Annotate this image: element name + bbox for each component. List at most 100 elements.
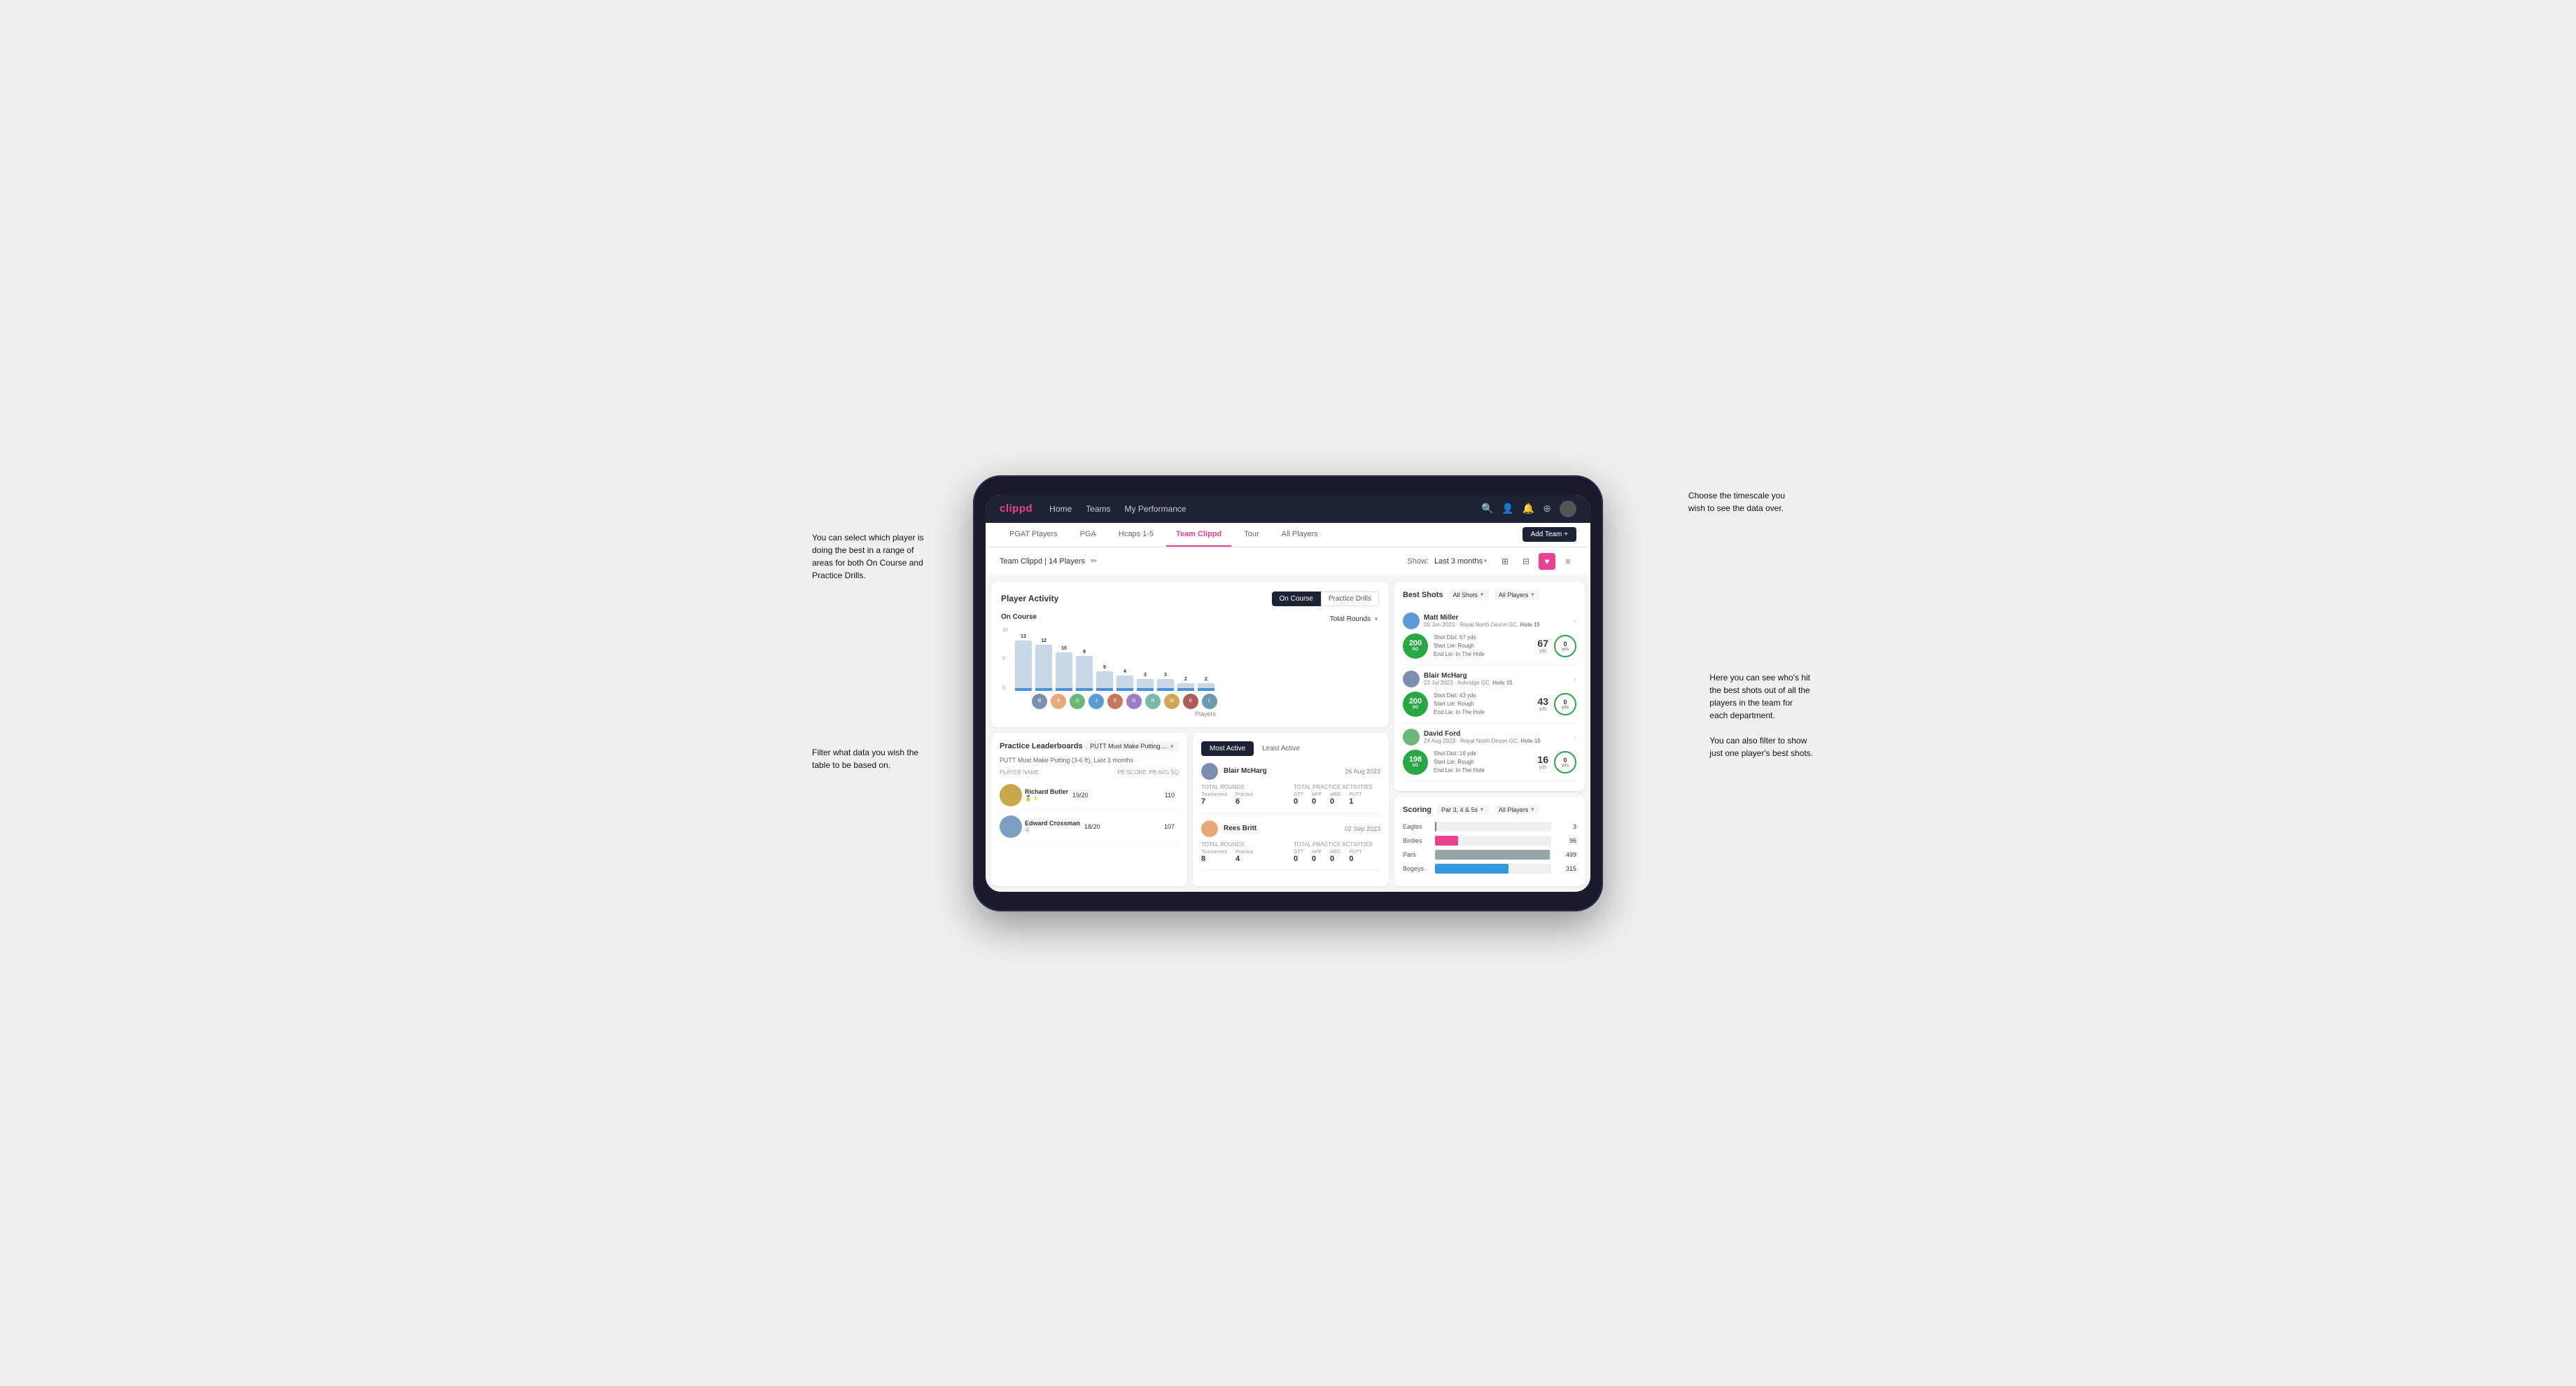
top-nav: clippd Home Teams My Performance 🔍 👤 🔔 ⊕	[986, 495, 1590, 523]
shot-name-blair: Blair McHarg	[1424, 672, 1513, 680]
avatar-d-ford: D	[1070, 694, 1085, 709]
bar-d-ford: 10	[1056, 646, 1072, 691]
bar-b-mcharg: 13	[1015, 634, 1032, 691]
scoring-label-eagles: Eagles	[1403, 823, 1431, 830]
lb-score-edward: 18/20	[1084, 823, 1160, 830]
bar-b-britt: 12	[1035, 638, 1052, 691]
shot-circle-blair: 0 yds	[1554, 693, 1576, 715]
bar-chart: 10 5 0 13	[1015, 628, 1379, 691]
nav-performance[interactable]: My Performance	[1125, 504, 1186, 514]
shot-chevron-david[interactable]: ›	[1574, 732, 1576, 742]
heart-view-icon[interactable]: ♥	[1539, 553, 1555, 570]
activity-toggle-group: On Course Practice Drills	[1272, 592, 1379, 606]
shot-stat-blair-2: 0 yds	[1554, 693, 1576, 715]
lb-player-info: Richard Butler 🥇 ①	[1000, 784, 1068, 806]
scoring-bar-container-pars	[1435, 850, 1551, 860]
activity-card-header: Player Activity On Course Practice Drill…	[1001, 592, 1379, 606]
user-icon[interactable]: 👤	[1502, 503, 1513, 514]
avatar-e-ebert: E	[1107, 694, 1123, 709]
nav-links: Home Teams My Performance	[1049, 504, 1464, 514]
practice-drills-toggle[interactable]: Practice Drills	[1321, 592, 1379, 606]
plus-circle-icon[interactable]: ⊕	[1543, 503, 1551, 514]
tab-most-active[interactable]: Most Active	[1201, 741, 1254, 756]
avatar-m-miller: M	[1164, 694, 1180, 709]
lb-row-richard: Richard Butler 🥇 ① 19/20 110	[1000, 780, 1179, 811]
scoring-filter-players-label: All Players	[1499, 806, 1529, 813]
lb-avatar-edward	[1000, 816, 1022, 838]
chart-section-row: On Course Total Rounds ▼	[1001, 613, 1379, 625]
grid-view-icon[interactable]: ⊞	[1497, 553, 1513, 570]
lb-score-richard: 19/20	[1072, 792, 1161, 799]
active-player-blair-header: Blair McHarg 26 Aug 2023	[1201, 763, 1380, 780]
scoring-title: Scoring	[1403, 806, 1432, 814]
rees-stats-row: Total Rounds Tournament 8 Practice	[1201, 841, 1380, 863]
player-activity-card: Player Activity On Course Practice Drill…	[991, 582, 1389, 727]
sub-nav: PGAT Players PGA Hcaps 1-5 Team Clippd T…	[986, 523, 1590, 547]
avatar-b-britt: B	[1051, 694, 1066, 709]
shot-data-blair: 200 SG Shot Dist: 43 yds Start Lie: Roug…	[1403, 692, 1576, 717]
time-select-arrow[interactable]: ▼	[1483, 558, 1488, 564]
annotation-top-right: Choose the timescale you wish to see the…	[1688, 489, 1785, 514]
tab-all-players[interactable]: All Players	[1272, 523, 1328, 547]
scoring-filter-players[interactable]: All Players ▼	[1494, 805, 1539, 815]
x-axis-label: Players	[1015, 710, 1379, 718]
shot-stat-david-1: 16 yds	[1537, 754, 1548, 770]
scoring-bar-fill-birdies	[1435, 836, 1458, 846]
y-label-5: 5	[1002, 657, 1008, 662]
annotation-bottom-right: Here you can see who's hit the best shot…	[1709, 671, 1813, 760]
annotation-bottom-left: Filter what data you wish the table to b…	[812, 746, 918, 771]
avatar-b-mcharg: B	[1032, 694, 1047, 709]
tab-pga[interactable]: PGA	[1070, 523, 1106, 547]
search-icon[interactable]: 🔍	[1481, 503, 1493, 514]
scoring-bar-fill-pars	[1435, 850, 1550, 860]
nav-home[interactable]: Home	[1049, 504, 1072, 514]
bell-icon[interactable]: 🔔	[1522, 503, 1534, 514]
tab-team-clippd[interactable]: Team Clippd	[1166, 523, 1231, 547]
tab-least-active[interactable]: Least Active	[1254, 741, 1308, 756]
user-avatar[interactable]	[1560, 500, 1576, 517]
player-avatars-row: B B D J E G R M E L	[1015, 694, 1379, 709]
tab-pgat-players[interactable]: PGAT Players	[1000, 523, 1068, 547]
active-date-blair: 26 Aug 2023	[1345, 768, 1380, 775]
most-active-card: Most Active Least Active Blair McHarg 26…	[1193, 733, 1389, 886]
scoring-bar-container-eagles	[1435, 822, 1551, 832]
on-course-toggle[interactable]: On Course	[1272, 592, 1321, 606]
lb-subtitle: PUTT Must Make Putting (3-6 ft), Last 3 …	[1000, 757, 1179, 764]
bs-filter-shots[interactable]: All Shots ▼	[1448, 590, 1488, 600]
add-team-button[interactable]: Add Team +	[1522, 527, 1576, 542]
shot-chevron-matt[interactable]: ›	[1574, 616, 1576, 626]
lb-badge-richard: 🥇 ①	[1025, 795, 1068, 802]
shot-name-david: David Ford	[1424, 730, 1541, 738]
shot-info-matt: Shot Dist: 67 yds Start Lie: Rough End L…	[1434, 634, 1532, 659]
blair-stats-row: Total Rounds Tournament 7 Practice	[1201, 784, 1380, 806]
shot-chevron-blair[interactable]: ›	[1574, 674, 1576, 684]
shot-circle-david: 0 yds	[1554, 751, 1576, 774]
scoring-label-pars: Pars	[1403, 851, 1431, 858]
scoring-bar-container-birdies	[1435, 836, 1551, 846]
app-logo: clippd	[1000, 503, 1032, 514]
shot-avatar-matt	[1403, 612, 1420, 629]
lb-col-pb-score: PB SCORE	[1117, 769, 1146, 776]
chart-filter-arrow[interactable]: ▼	[1373, 616, 1379, 622]
bar-e-crossman: 2	[1177, 677, 1194, 691]
bs-filter-shots-label: All Shots	[1452, 592, 1478, 598]
tab-hcaps[interactable]: Hcaps 1-5	[1109, 523, 1163, 547]
avatar-r-butler: R	[1145, 694, 1161, 709]
annotation-top-left: You can select which player is doing the…	[812, 531, 924, 582]
active-date-rees: 02 Sep 2023	[1345, 825, 1380, 832]
detail-view-icon[interactable]: ≡	[1560, 553, 1576, 570]
lb-filter[interactable]: PUTT Must Make Putting ... ▼	[1086, 741, 1179, 751]
toolbar-row: Team Clippd | 14 Players ✏ Show: Last 3 …	[986, 547, 1590, 576]
list-view-icon[interactable]: ⊟	[1518, 553, 1534, 570]
time-select[interactable]: Last 3 months	[1434, 557, 1483, 566]
edit-icon[interactable]: ✏	[1091, 556, 1097, 566]
chart-filter[interactable]: Total Rounds ▼	[1330, 615, 1379, 623]
shot-info-david: Shot Dist: 16 yds Start Lie: Rough End L…	[1434, 750, 1532, 775]
bs-filter-players[interactable]: All Players ▼	[1494, 590, 1539, 600]
tab-tour[interactable]: Tour	[1234, 523, 1268, 547]
scoring-bar-fill-bogeys	[1435, 864, 1508, 874]
scoring-filter-par[interactable]: Par 3, 4 & 5s ▼	[1437, 805, 1489, 815]
right-column: Best Shots All Shots ▼ All Players ▼	[1394, 576, 1590, 892]
nav-icons: 🔍 👤 🔔 ⊕	[1481, 500, 1576, 517]
nav-teams[interactable]: Teams	[1086, 504, 1110, 514]
